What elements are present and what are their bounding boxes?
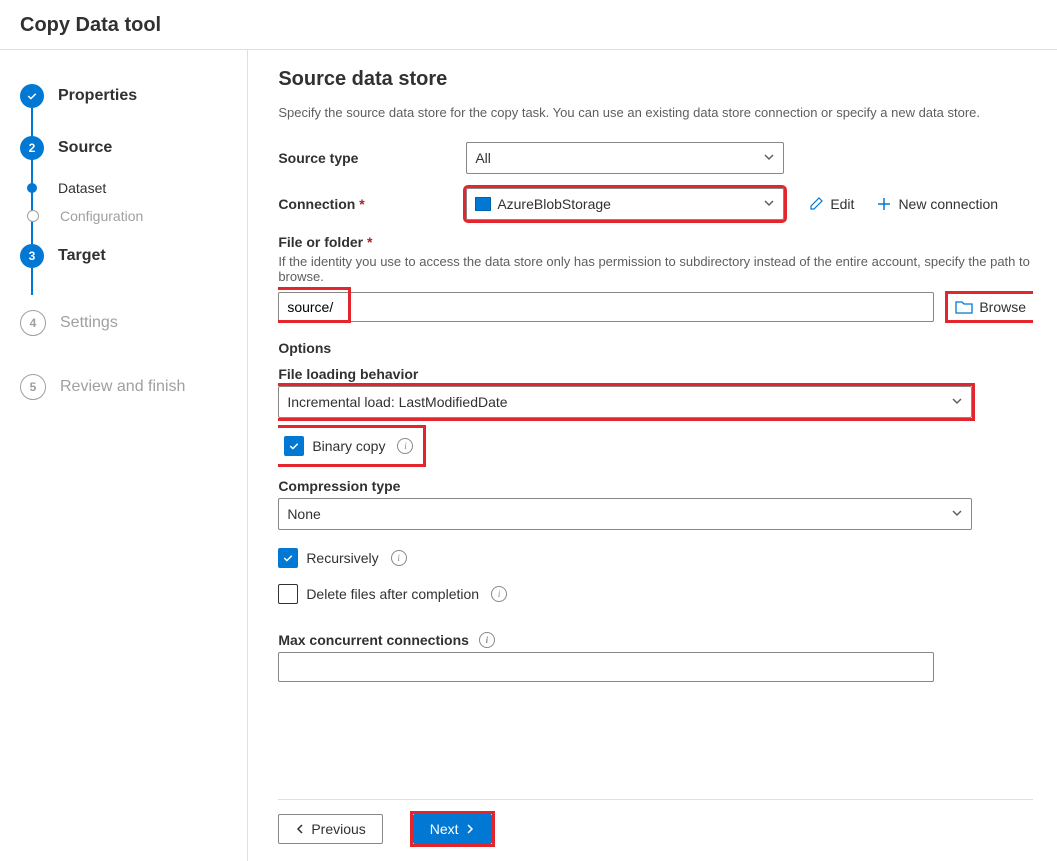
folder-icon [955, 299, 973, 315]
file-or-folder-section: File or folder If the identity you use t… [278, 234, 1033, 322]
step-properties[interactable]: Properties [10, 70, 247, 122]
source-type-label: Source type [278, 150, 466, 166]
main-panel: Source data store Specify the source dat… [247, 50, 1057, 861]
chevron-down-icon [763, 150, 775, 166]
next-label: Next [430, 821, 459, 837]
step-label: Settings [60, 314, 118, 332]
binary-copy-row: Binary copy i [278, 428, 423, 464]
step-source[interactable]: 2 Source [10, 122, 247, 174]
info-icon[interactable]: i [491, 586, 507, 602]
file-loading-label: File loading behavior [278, 366, 1033, 382]
step-label: Source [58, 139, 112, 157]
delete-files-checkbox[interactable] [278, 584, 298, 604]
section-description: Specify the source data store for the co… [278, 105, 1033, 120]
source-type-row: Source type All [278, 142, 1033, 174]
substep-dataset[interactable]: Dataset [10, 174, 247, 202]
wizard-sidebar: Properties 2 Source Dataset Configuratio… [0, 50, 247, 861]
previous-button[interactable]: Previous [278, 814, 382, 844]
file-loading-dropdown[interactable]: Incremental load: LastModifiedDate [278, 386, 972, 418]
max-concurrent-input[interactable] [278, 652, 934, 682]
step-label: Review and finish [60, 378, 185, 396]
step-number-icon: 4 [20, 310, 46, 336]
step-label: Configuration [60, 208, 143, 224]
chevron-down-icon [951, 394, 963, 410]
previous-label: Previous [311, 821, 365, 837]
compression-type-dropdown[interactable]: None [278, 498, 972, 530]
dropdown-value: All [475, 150, 491, 166]
delete-files-row: Delete files after completion i [278, 578, 1033, 610]
info-icon[interactable]: i [391, 550, 407, 566]
browse-button[interactable]: Browse [948, 294, 1033, 320]
check-icon [20, 84, 44, 108]
recursively-row: Recursively i [278, 542, 1033, 574]
file-loading-section: File loading behavior Incremental load: … [278, 366, 1033, 418]
check-icon [288, 440, 300, 452]
info-icon[interactable]: i [397, 438, 413, 454]
connection-dropdown[interactable]: AzureBlobStorage [466, 188, 784, 220]
chevron-left-icon [295, 824, 305, 834]
dropdown-value: None [287, 506, 320, 522]
step-number-icon: 3 [20, 244, 44, 268]
wizard-footer: Previous Next [278, 799, 1033, 861]
file-or-folder-label: File or folder [278, 234, 1033, 250]
dropdown-value: Incremental load: LastModifiedDate [287, 394, 507, 410]
check-icon [282, 552, 294, 564]
dropdown-value: AzureBlobStorage [497, 196, 611, 212]
next-button[interactable]: Next [413, 814, 492, 844]
binary-copy-label: Binary copy [312, 438, 385, 454]
page-header: Copy Data tool [0, 0, 1057, 50]
info-icon[interactable]: i [479, 632, 495, 648]
new-connection-button[interactable]: New connection [870, 192, 1004, 216]
options-label: Options [278, 340, 1033, 356]
step-target[interactable]: 3 Target [10, 230, 247, 282]
substep-configuration[interactable]: Configuration [10, 202, 247, 230]
step-label: Properties [58, 87, 137, 105]
step-review[interactable]: 5 Review and finish [10, 360, 247, 414]
browse-label: Browse [979, 299, 1026, 315]
connection-label: Connection [278, 196, 466, 212]
step-settings[interactable]: 4 Settings [10, 296, 247, 350]
compression-type-label: Compression type [278, 478, 1033, 494]
step-label: Dataset [58, 180, 106, 196]
delete-files-label: Delete files after completion [306, 586, 479, 602]
max-concurrent-label: Max concurrent connections [278, 632, 469, 648]
chevron-down-icon [951, 506, 963, 522]
step-number-icon: 2 [20, 136, 44, 160]
new-connection-label: New connection [898, 196, 998, 212]
substep-dot-icon [27, 210, 39, 222]
chevron-right-icon [465, 824, 475, 834]
recursively-label: Recursively [306, 550, 378, 566]
page-title: Copy Data tool [20, 14, 1037, 37]
binary-copy-checkbox[interactable] [284, 436, 304, 456]
chevron-down-icon [763, 196, 775, 212]
pencil-icon [808, 196, 824, 212]
step-number-icon: 5 [20, 374, 46, 400]
source-type-dropdown[interactable]: All [466, 142, 784, 174]
plus-icon [876, 196, 892, 212]
section-title: Source data store [278, 68, 1033, 91]
max-concurrent-section: Max concurrent connections i [278, 624, 1033, 682]
storage-icon [475, 197, 491, 211]
edit-button[interactable]: Edit [802, 192, 860, 216]
connection-row: Connection AzureBlobStorage Edit New con… [278, 188, 1033, 220]
compression-section: Compression type None [278, 478, 1033, 530]
body: Properties 2 Source Dataset Configuratio… [0, 50, 1057, 861]
recursively-checkbox[interactable] [278, 548, 298, 568]
edit-label: Edit [830, 196, 854, 212]
file-or-folder-help: If the identity you use to access the da… [278, 254, 1033, 284]
file-or-folder-input[interactable] [278, 292, 934, 322]
substep-dot-icon [27, 183, 37, 193]
step-label: Target [58, 247, 106, 265]
